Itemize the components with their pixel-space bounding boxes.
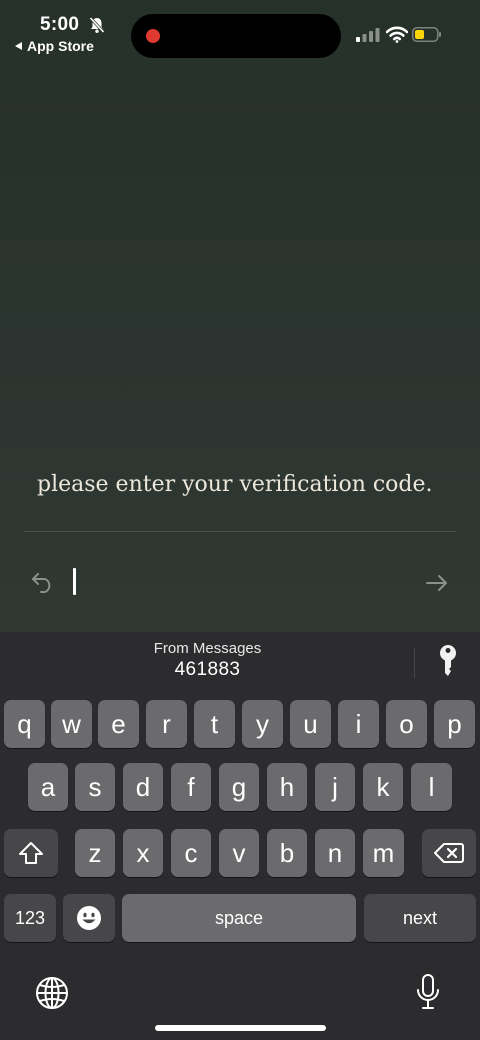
key-p[interactable]: p [434,700,475,748]
key-f[interactable]: f [171,763,211,811]
cellular-signal-icon [356,28,380,42]
key-s[interactable]: s [75,763,115,811]
key-icon[interactable] [437,644,459,678]
emoji-icon [77,906,101,930]
battery-icon [412,27,441,42]
verification-screen: 5:00 App Store please enter your verific… [0,0,480,632]
key-v[interactable]: v [219,829,259,877]
key-o[interactable]: o [386,700,427,748]
code-input-caret[interactable] [73,568,76,595]
next-key[interactable]: next [364,894,476,942]
key-q[interactable]: q [4,700,45,748]
key-n[interactable]: n [315,829,355,877]
key-m[interactable]: m [363,829,404,877]
key-b[interactable]: b [267,829,307,877]
dynamic-island [131,14,341,58]
backspace-icon [434,843,464,863]
suggestion-code: 461883 [174,659,241,680]
right-arrow-icon[interactable] [425,573,449,593]
shift-icon [19,842,43,864]
bell-slash-icon [89,16,105,34]
key-h[interactable]: h [267,763,307,811]
back-app-label: App Store [27,38,94,54]
microphone-icon[interactable] [416,973,440,1011]
suggestion-source: From Messages [153,640,262,657]
key-k[interactable]: k [363,763,403,811]
home-indicator[interactable] [155,1025,326,1031]
numbers-key[interactable]: 123 [4,894,56,942]
undo-arrow-icon[interactable] [31,571,55,593]
delete-key[interactable] [422,829,476,877]
key-j[interactable]: j [315,763,355,811]
key-a[interactable]: a [28,763,68,811]
back-to-app-link[interactable]: App Store [15,38,94,54]
key-w[interactable]: w [51,700,92,748]
suggestion-separator [414,648,415,678]
divider [24,531,456,532]
key-z[interactable]: z [75,829,115,877]
key-d[interactable]: d [123,763,163,811]
shift-key[interactable] [4,829,58,877]
emoji-key[interactable] [63,894,115,942]
wifi-icon [386,26,408,43]
status-time: 5:00 [40,14,80,35]
key-u[interactable]: u [290,700,331,748]
key-t[interactable]: t [194,700,235,748]
space-key[interactable]: space [122,894,356,942]
key-e[interactable]: e [98,700,139,748]
keyboard: From Messages 461883 q w e r t y u i o p… [0,632,480,1040]
verification-prompt: please enter your verification code. [37,472,433,497]
key-i[interactable]: i [338,700,379,748]
key-x[interactable]: x [123,829,163,877]
key-l[interactable]: l [411,763,452,811]
key-g[interactable]: g [219,763,259,811]
back-triangle-icon [15,42,22,50]
key-r[interactable]: r [146,700,187,748]
recording-indicator-icon [146,29,160,43]
autofill-suggestion[interactable]: From Messages 461883 [0,640,415,681]
key-c[interactable]: c [171,829,211,877]
globe-icon[interactable] [35,976,69,1010]
key-y[interactable]: y [242,700,283,748]
